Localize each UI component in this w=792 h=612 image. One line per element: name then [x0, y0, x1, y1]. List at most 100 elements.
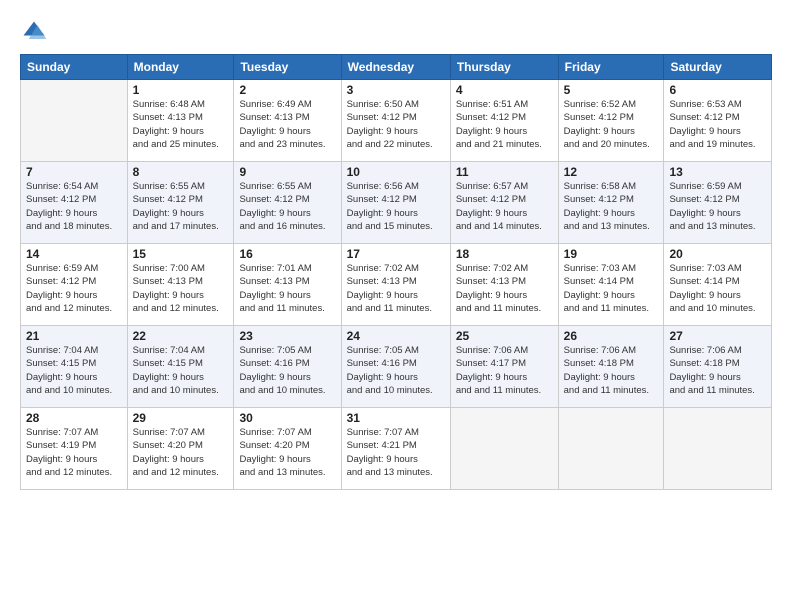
day-number: 18: [456, 247, 553, 261]
calendar-cell: 19Sunrise: 7:03 AM Sunset: 4:14 PM Dayli…: [558, 244, 664, 326]
day-info: Sunrise: 6:57 AM Sunset: 4:12 PM Dayligh…: [456, 180, 553, 233]
day-number: 24: [347, 329, 445, 343]
day-number: 3: [347, 83, 445, 97]
day-number: 29: [133, 411, 229, 425]
calendar-cell: [21, 80, 128, 162]
day-info: Sunrise: 6:55 AM Sunset: 4:12 PM Dayligh…: [133, 180, 229, 233]
calendar-cell: 10Sunrise: 6:56 AM Sunset: 4:12 PM Dayli…: [341, 162, 450, 244]
calendar-cell: 18Sunrise: 7:02 AM Sunset: 4:13 PM Dayli…: [450, 244, 558, 326]
calendar-cell: [450, 408, 558, 490]
calendar-cell: 8Sunrise: 6:55 AM Sunset: 4:12 PM Daylig…: [127, 162, 234, 244]
calendar-cell: 28Sunrise: 7:07 AM Sunset: 4:19 PM Dayli…: [21, 408, 128, 490]
calendar-week-row: 28Sunrise: 7:07 AM Sunset: 4:19 PM Dayli…: [21, 408, 772, 490]
day-info: Sunrise: 7:07 AM Sunset: 4:19 PM Dayligh…: [26, 426, 122, 479]
calendar-cell: 26Sunrise: 7:06 AM Sunset: 4:18 PM Dayli…: [558, 326, 664, 408]
calendar-week-row: 7Sunrise: 6:54 AM Sunset: 4:12 PM Daylig…: [21, 162, 772, 244]
calendar-cell: 15Sunrise: 7:00 AM Sunset: 4:13 PM Dayli…: [127, 244, 234, 326]
day-number: 27: [669, 329, 766, 343]
day-number: 17: [347, 247, 445, 261]
day-number: 10: [347, 165, 445, 179]
calendar-cell: 24Sunrise: 7:05 AM Sunset: 4:16 PM Dayli…: [341, 326, 450, 408]
day-info: Sunrise: 6:59 AM Sunset: 4:12 PM Dayligh…: [669, 180, 766, 233]
day-info: Sunrise: 6:48 AM Sunset: 4:13 PM Dayligh…: [133, 98, 229, 151]
day-number: 7: [26, 165, 122, 179]
day-number: 16: [239, 247, 335, 261]
calendar-cell: 14Sunrise: 6:59 AM Sunset: 4:12 PM Dayli…: [21, 244, 128, 326]
day-number: 30: [239, 411, 335, 425]
calendar-cell: 12Sunrise: 6:58 AM Sunset: 4:12 PM Dayli…: [558, 162, 664, 244]
day-number: 5: [564, 83, 659, 97]
page: SundayMondayTuesdayWednesdayThursdayFrid…: [0, 0, 792, 612]
calendar-cell: 13Sunrise: 6:59 AM Sunset: 4:12 PM Dayli…: [664, 162, 772, 244]
day-number: 4: [456, 83, 553, 97]
day-number: 11: [456, 165, 553, 179]
day-number: 28: [26, 411, 122, 425]
calendar-cell: 5Sunrise: 6:52 AM Sunset: 4:12 PM Daylig…: [558, 80, 664, 162]
calendar-cell: 27Sunrise: 7:06 AM Sunset: 4:18 PM Dayli…: [664, 326, 772, 408]
day-number: 12: [564, 165, 659, 179]
day-info: Sunrise: 7:07 AM Sunset: 4:20 PM Dayligh…: [133, 426, 229, 479]
day-info: Sunrise: 6:53 AM Sunset: 4:12 PM Dayligh…: [669, 98, 766, 151]
calendar-cell: 21Sunrise: 7:04 AM Sunset: 4:15 PM Dayli…: [21, 326, 128, 408]
calendar-cell: 16Sunrise: 7:01 AM Sunset: 4:13 PM Dayli…: [234, 244, 341, 326]
logo: [20, 18, 52, 46]
day-info: Sunrise: 6:50 AM Sunset: 4:12 PM Dayligh…: [347, 98, 445, 151]
day-info: Sunrise: 7:05 AM Sunset: 4:16 PM Dayligh…: [347, 344, 445, 397]
day-info: Sunrise: 6:52 AM Sunset: 4:12 PM Dayligh…: [564, 98, 659, 151]
day-number: 19: [564, 247, 659, 261]
day-number: 20: [669, 247, 766, 261]
calendar-week-row: 14Sunrise: 6:59 AM Sunset: 4:12 PM Dayli…: [21, 244, 772, 326]
header-day-monday: Monday: [127, 55, 234, 80]
day-info: Sunrise: 7:04 AM Sunset: 4:15 PM Dayligh…: [26, 344, 122, 397]
calendar-week-row: 1Sunrise: 6:48 AM Sunset: 4:13 PM Daylig…: [21, 80, 772, 162]
day-info: Sunrise: 6:58 AM Sunset: 4:12 PM Dayligh…: [564, 180, 659, 233]
day-info: Sunrise: 7:06 AM Sunset: 4:18 PM Dayligh…: [564, 344, 659, 397]
calendar-cell: 9Sunrise: 6:55 AM Sunset: 4:12 PM Daylig…: [234, 162, 341, 244]
calendar-cell: 11Sunrise: 6:57 AM Sunset: 4:12 PM Dayli…: [450, 162, 558, 244]
header-day-wednesday: Wednesday: [341, 55, 450, 80]
calendar-cell: 20Sunrise: 7:03 AM Sunset: 4:14 PM Dayli…: [664, 244, 772, 326]
calendar-cell: [558, 408, 664, 490]
header: [20, 18, 772, 46]
day-number: 13: [669, 165, 766, 179]
day-number: 23: [239, 329, 335, 343]
day-info: Sunrise: 7:04 AM Sunset: 4:15 PM Dayligh…: [133, 344, 229, 397]
calendar-cell: 22Sunrise: 7:04 AM Sunset: 4:15 PM Dayli…: [127, 326, 234, 408]
day-number: 25: [456, 329, 553, 343]
day-number: 22: [133, 329, 229, 343]
day-number: 14: [26, 247, 122, 261]
day-info: Sunrise: 7:03 AM Sunset: 4:14 PM Dayligh…: [669, 262, 766, 315]
calendar-table: SundayMondayTuesdayWednesdayThursdayFrid…: [20, 54, 772, 490]
day-info: Sunrise: 7:00 AM Sunset: 4:13 PM Dayligh…: [133, 262, 229, 315]
day-info: Sunrise: 7:06 AM Sunset: 4:17 PM Dayligh…: [456, 344, 553, 397]
calendar-cell: 6Sunrise: 6:53 AM Sunset: 4:12 PM Daylig…: [664, 80, 772, 162]
calendar-cell: 1Sunrise: 6:48 AM Sunset: 4:13 PM Daylig…: [127, 80, 234, 162]
day-info: Sunrise: 7:06 AM Sunset: 4:18 PM Dayligh…: [669, 344, 766, 397]
header-day-tuesday: Tuesday: [234, 55, 341, 80]
day-info: Sunrise: 6:56 AM Sunset: 4:12 PM Dayligh…: [347, 180, 445, 233]
calendar-cell: 7Sunrise: 6:54 AM Sunset: 4:12 PM Daylig…: [21, 162, 128, 244]
calendar-cell: 3Sunrise: 6:50 AM Sunset: 4:12 PM Daylig…: [341, 80, 450, 162]
day-info: Sunrise: 7:07 AM Sunset: 4:21 PM Dayligh…: [347, 426, 445, 479]
calendar-cell: 23Sunrise: 7:05 AM Sunset: 4:16 PM Dayli…: [234, 326, 341, 408]
day-info: Sunrise: 6:54 AM Sunset: 4:12 PM Dayligh…: [26, 180, 122, 233]
day-number: 2: [239, 83, 335, 97]
day-info: Sunrise: 7:07 AM Sunset: 4:20 PM Dayligh…: [239, 426, 335, 479]
calendar-cell: [664, 408, 772, 490]
day-number: 6: [669, 83, 766, 97]
day-number: 31: [347, 411, 445, 425]
day-number: 26: [564, 329, 659, 343]
header-day-sunday: Sunday: [21, 55, 128, 80]
day-info: Sunrise: 7:05 AM Sunset: 4:16 PM Dayligh…: [239, 344, 335, 397]
logo-icon: [20, 18, 48, 46]
calendar-cell: 25Sunrise: 7:06 AM Sunset: 4:17 PM Dayli…: [450, 326, 558, 408]
day-number: 21: [26, 329, 122, 343]
day-info: Sunrise: 7:03 AM Sunset: 4:14 PM Dayligh…: [564, 262, 659, 315]
calendar-cell: 29Sunrise: 7:07 AM Sunset: 4:20 PM Dayli…: [127, 408, 234, 490]
day-number: 8: [133, 165, 229, 179]
calendar-cell: 4Sunrise: 6:51 AM Sunset: 4:12 PM Daylig…: [450, 80, 558, 162]
calendar-cell: 31Sunrise: 7:07 AM Sunset: 4:21 PM Dayli…: [341, 408, 450, 490]
header-day-thursday: Thursday: [450, 55, 558, 80]
day-info: Sunrise: 6:51 AM Sunset: 4:12 PM Dayligh…: [456, 98, 553, 151]
header-day-saturday: Saturday: [664, 55, 772, 80]
